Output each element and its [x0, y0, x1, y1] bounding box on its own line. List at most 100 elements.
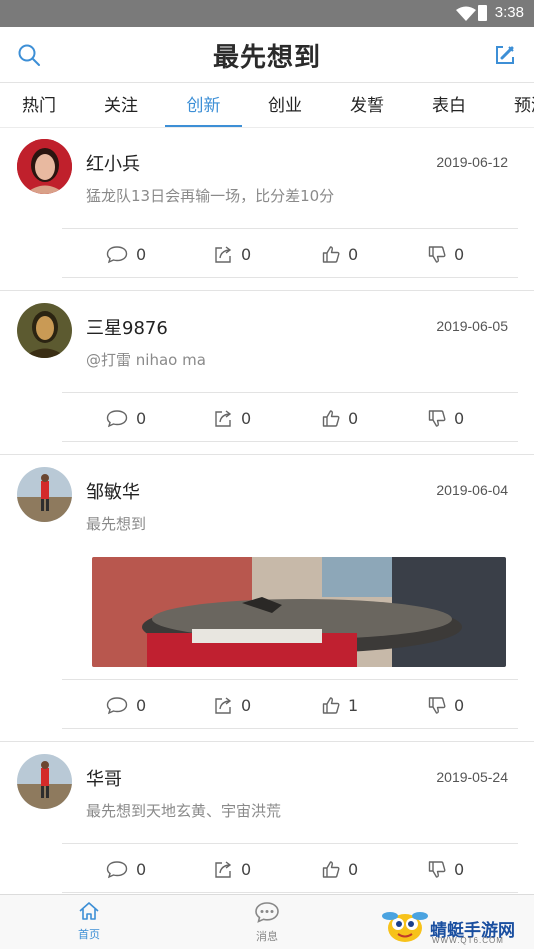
- comment-button[interactable]: 0: [106, 680, 146, 730]
- comment-count: 0: [136, 244, 147, 264]
- post-actions: 0 0 0 0: [62, 843, 518, 893]
- app-title: 最先想到: [212, 43, 321, 73]
- comment-count: 0: [136, 859, 147, 879]
- share-count: 0: [241, 408, 252, 428]
- app-header: 最先想到: [0, 27, 534, 83]
- nav-messages[interactable]: 消息: [237, 901, 297, 944]
- tab-prediction[interactable]: 预测: [498, 84, 534, 127]
- dislike-count: 0: [454, 244, 465, 264]
- like-count: 0: [348, 859, 359, 879]
- like-button[interactable]: 0: [322, 393, 358, 443]
- dislike-count: 0: [454, 695, 465, 715]
- share-button[interactable]: 0: [214, 844, 251, 894]
- comment-icon: [106, 245, 128, 263]
- thumbs-down-icon: [428, 409, 446, 427]
- post-image[interactable]: [92, 557, 506, 667]
- post-content: 最先想到: [86, 515, 147, 533]
- tab-innovation[interactable]: 创新: [165, 84, 242, 127]
- post-divider: [0, 290, 534, 291]
- watermark: 蜻蜓手游网 WWW.QT6.COM: [380, 896, 530, 948]
- dislike-button[interactable]: 0: [428, 393, 464, 443]
- compose-icon[interactable]: [494, 44, 516, 66]
- tab-vow[interactable]: 发誓: [334, 84, 400, 127]
- share-button[interactable]: 0: [214, 393, 251, 443]
- post-date: 2019-06-04: [436, 482, 508, 498]
- post-date: 2019-06-05: [436, 318, 508, 334]
- share-count: 0: [241, 244, 252, 264]
- like-button[interactable]: 0: [322, 229, 358, 279]
- thumbs-up-icon: [322, 860, 340, 878]
- dislike-button[interactable]: 0: [428, 680, 464, 730]
- share-icon: [215, 696, 232, 714]
- post-author[interactable]: 三星9876: [86, 314, 168, 340]
- nav-home[interactable]: 首页: [59, 901, 119, 942]
- comment-icon: [106, 409, 128, 427]
- dislike-button[interactable]: 0: [428, 844, 464, 894]
- share-count: 0: [241, 859, 252, 879]
- thumbs-down-icon: [428, 696, 446, 714]
- like-button[interactable]: 0: [322, 844, 358, 894]
- tab-hot[interactable]: 热门: [6, 84, 72, 127]
- comment-icon: [106, 696, 128, 714]
- dragonfly-logo-icon: [382, 912, 428, 942]
- post-author[interactable]: 邹敏华: [86, 478, 140, 504]
- comment-icon: [106, 860, 128, 878]
- post-actions: 0 0 1 0: [62, 679, 518, 729]
- avatar[interactable]: [17, 139, 72, 194]
- share-icon: [215, 860, 232, 878]
- status-bar: 3:38: [0, 0, 534, 27]
- post-item[interactable]: 邹敏华 2019-06-04 最先想到 0 0 1 0: [0, 456, 534, 743]
- post-date: 2019-05-24: [436, 769, 508, 785]
- avatar[interactable]: [17, 754, 72, 809]
- avatar[interactable]: [17, 303, 72, 358]
- avatar[interactable]: [17, 467, 72, 522]
- like-count: 1: [348, 695, 359, 715]
- thumbs-up-icon: [322, 696, 340, 714]
- thumbs-up-icon: [322, 409, 340, 427]
- watermark-url: WWW.QT6.COM: [432, 936, 504, 945]
- tab-follow[interactable]: 关注: [88, 84, 154, 127]
- share-button[interactable]: 0: [214, 680, 251, 730]
- nav-home-label: 首页: [78, 928, 100, 941]
- comment-button[interactable]: 0: [106, 229, 146, 279]
- post-author[interactable]: 红小兵: [86, 150, 140, 176]
- comment-button[interactable]: 0: [106, 844, 146, 894]
- dislike-count: 0: [454, 408, 465, 428]
- thumbs-down-icon: [428, 245, 446, 263]
- post-actions: 0 0 0 0: [62, 228, 518, 278]
- share-icon: [215, 245, 232, 263]
- comment-button[interactable]: 0: [106, 393, 146, 443]
- post-actions: 0 0 0 0: [62, 392, 518, 442]
- post-author[interactable]: 华哥: [86, 765, 122, 791]
- nav-messages-label: 消息: [256, 930, 278, 943]
- post-item[interactable]: 华哥 2019-05-24 最先想到天地玄黄、宇宙洪荒 0 0 0 0: [0, 743, 534, 894]
- tab-startup[interactable]: 创业: [252, 84, 318, 127]
- post-divider: [0, 741, 534, 742]
- comment-count: 0: [136, 408, 147, 428]
- share-button[interactable]: 0: [214, 229, 251, 279]
- like-count: 0: [348, 408, 359, 428]
- post-date: 2019-06-12: [436, 154, 508, 170]
- post-divider: [0, 454, 534, 455]
- post-feed: 红小兵 2019-06-12 猛龙队13日会再输一场，比分差10分 0 0 0 …: [0, 128, 534, 894]
- home-icon: [79, 902, 99, 920]
- post-content: 猛龙队13日会再输一场，比分差10分: [86, 187, 335, 205]
- share-icon: [215, 409, 232, 427]
- dislike-count: 0: [454, 859, 465, 879]
- comment-count: 0: [136, 695, 147, 715]
- status-time: 3:38: [494, 4, 524, 21]
- post-content: @打雷 nihao ma: [86, 351, 206, 369]
- like-button[interactable]: 1: [322, 680, 358, 730]
- category-tabs: 热门 关注 创新 创业 发誓 表白 预测: [0, 84, 534, 128]
- wifi-icon: [456, 6, 476, 21]
- post-item[interactable]: 三星9876 2019-06-05 @打雷 nihao ma 0 0 0 0: [0, 292, 534, 456]
- share-count: 0: [241, 695, 252, 715]
- dislike-button[interactable]: 0: [428, 229, 464, 279]
- battery-icon: [478, 5, 487, 21]
- post-item[interactable]: 红小兵 2019-06-12 猛龙队13日会再输一场，比分差10分 0 0 0 …: [0, 128, 534, 292]
- thumbs-down-icon: [428, 860, 446, 878]
- post-content: 最先想到天地玄黄、宇宙洪荒: [86, 802, 282, 820]
- thumbs-up-icon: [322, 245, 340, 263]
- tab-confession[interactable]: 表白: [416, 84, 482, 127]
- chat-icon: [255, 902, 279, 923]
